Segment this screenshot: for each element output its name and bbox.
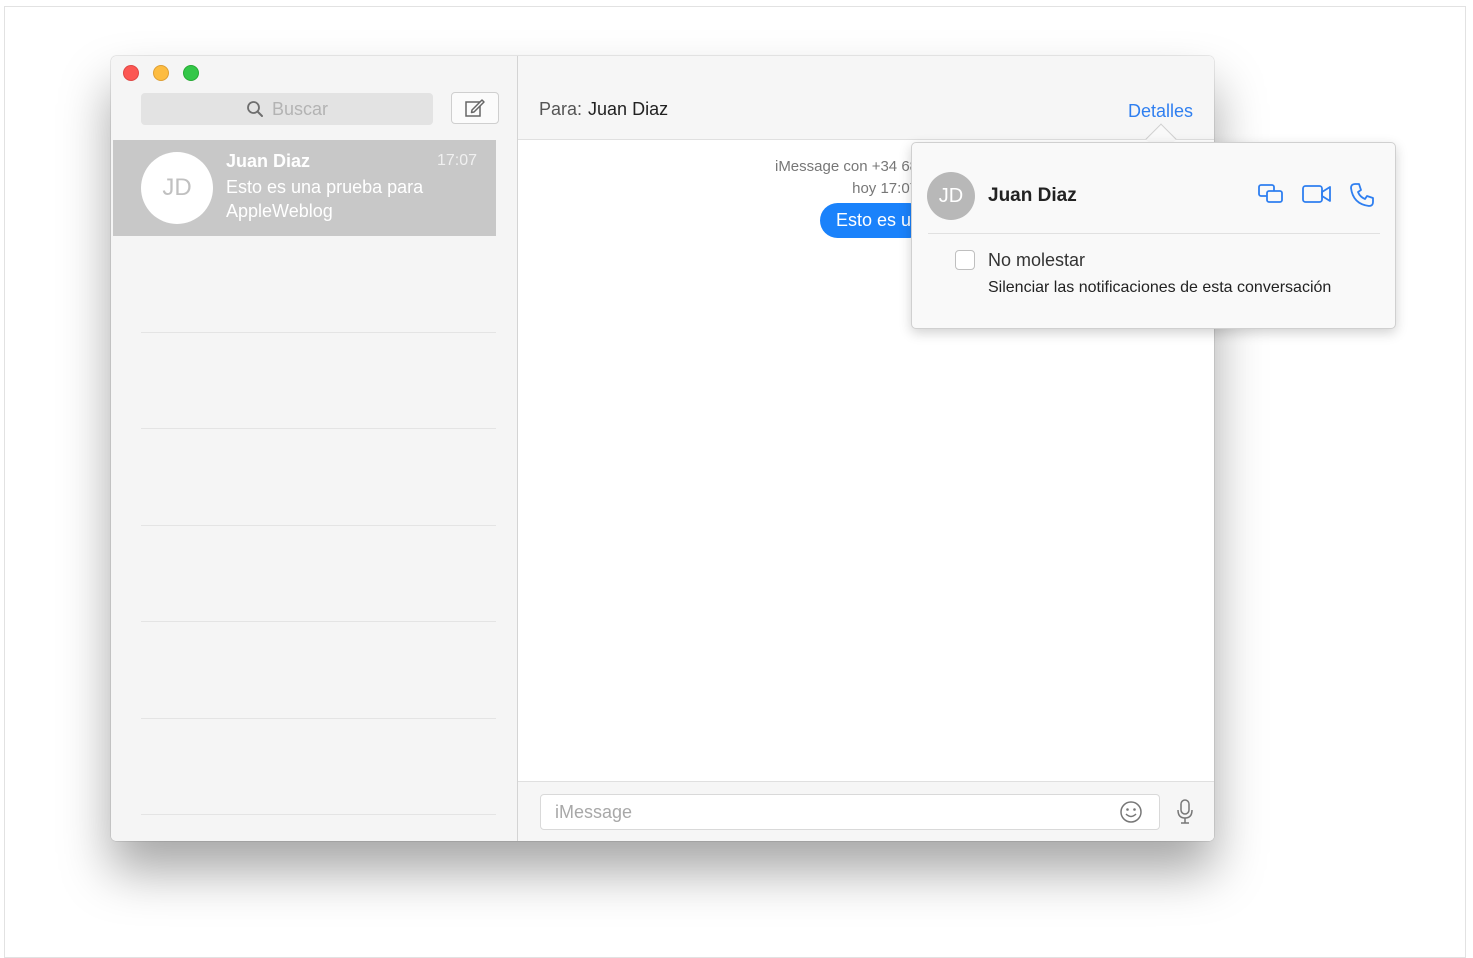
composer-bar: iMessage (518, 781, 1214, 841)
message-meta: iMessage con +34 68 hoy 17:07 (748, 156, 918, 200)
divider (141, 332, 496, 333)
zoom-button[interactable] (183, 65, 199, 81)
contact-actions (1257, 182, 1375, 208)
close-button[interactable] (123, 65, 139, 81)
do-not-disturb-label: No molestar (988, 250, 1086, 270)
divider (141, 814, 496, 815)
do-not-disturb-checkbox[interactable] (955, 250, 975, 270)
recipient-name: Juan Diaz (588, 99, 669, 119)
recipient-field[interactable]: Para: Juan Diaz (539, 99, 668, 120)
search-placeholder: Buscar (271, 98, 329, 119)
sidebar: Buscar JD Juan Diaz 17:07 Esto es una pr… (111, 56, 518, 841)
minimize-button[interactable] (153, 65, 169, 81)
divider (141, 525, 496, 526)
message-placeholder: iMessage (555, 802, 633, 822)
divider (141, 621, 496, 622)
divider (141, 428, 496, 429)
details-button[interactable]: Detalles (1128, 101, 1193, 122)
message-timestamp: hoy 17:07 (852, 180, 918, 197)
search-icon (247, 101, 263, 117)
conversation-time: 17:07 (436, 152, 477, 169)
phone-call-icon[interactable] (1349, 182, 1375, 208)
conversation-header: Para: Juan Diaz Detalles (518, 56, 1214, 140)
service-info: iMessage con +34 68 (774, 158, 918, 175)
conversation-preview: Esto es una prueba para AppleWeblog (226, 177, 424, 221)
details-popover: JD Juan Diaz No molestar Silenciar las n… (911, 142, 1396, 329)
screen-share-icon[interactable] (1257, 182, 1285, 206)
compose-icon (465, 99, 485, 117)
do-not-disturb-description: Silenciar las notificaciones de esta con… (988, 279, 1332, 296)
video-call-icon[interactable] (1301, 182, 1333, 206)
conversation-item-selected[interactable]: JD Juan Diaz 17:07 Esto es una prueba pa… (113, 140, 496, 236)
message-input[interactable]: iMessage (540, 794, 1160, 830)
to-label: Para: (539, 99, 583, 119)
microphone-icon[interactable] (1175, 798, 1195, 826)
avatar: JD (141, 152, 213, 224)
contact-name: Juan Diaz (988, 185, 1077, 206)
search-field[interactable]: Buscar (141, 93, 433, 125)
contact-avatar: JD (927, 172, 975, 220)
compose-button[interactable] (451, 92, 499, 124)
conversation-name: Juan Diaz (226, 151, 311, 171)
emoji-icon[interactable] (1119, 800, 1143, 824)
popover-divider (928, 233, 1380, 234)
divider (141, 718, 496, 719)
